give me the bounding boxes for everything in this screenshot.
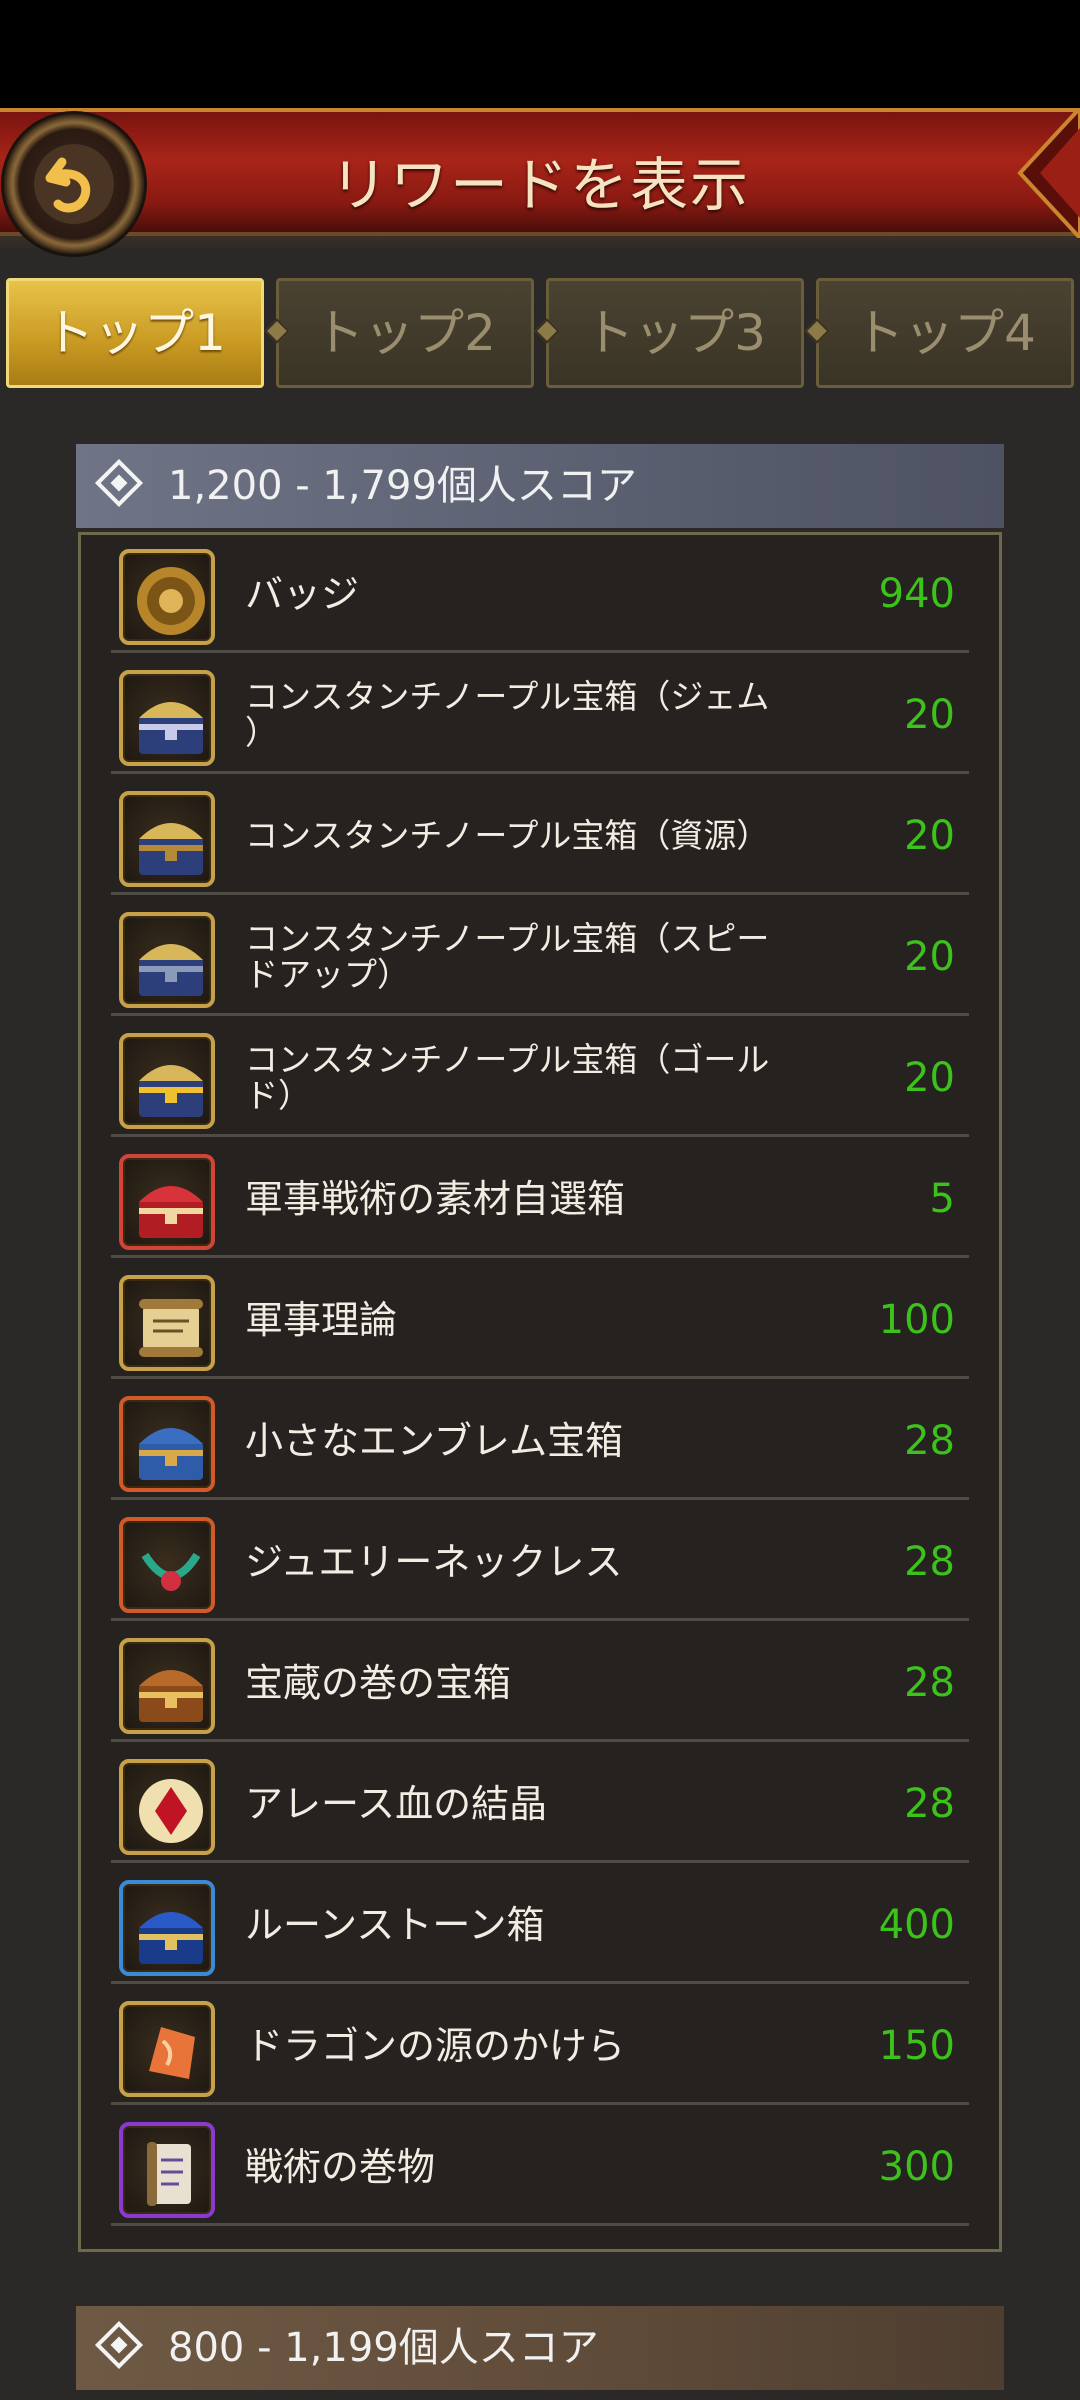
reward-name: ジュエリーネックレス	[245, 1540, 623, 1584]
reward-name: 軍事理論	[245, 1298, 398, 1342]
reward-row: ジュエリーネックレス 28	[111, 1503, 969, 1621]
gem-chest-icon[interactable]	[119, 670, 215, 766]
diamond-icon	[94, 458, 144, 508]
reward-name: コンスタンチノープル宝箱（ジェム ）	[245, 677, 770, 752]
reward-quantity: 5	[929, 1176, 955, 1222]
reward-row: 宝蔵の巻の宝箱 28	[111, 1624, 969, 1742]
reward-quantity: 20	[904, 934, 955, 980]
necklace-icon[interactable]	[119, 1517, 215, 1613]
reward-name: アレース血の結晶	[245, 1782, 548, 1826]
reward-name: 戦術の巻物	[245, 2145, 436, 2189]
reward-list: バッジ 940 コンスタンチノープル宝箱（ジェム ） 20 コンスタンチノープル宝箱…	[78, 532, 1002, 2252]
reward-quantity: 100	[878, 1297, 955, 1343]
reward-name: ドラゴンの源のかけら	[245, 2024, 626, 2068]
rank-tabs: トップ1 トップ2 トップ3 トップ4	[0, 278, 1080, 392]
diamond-icon	[94, 2320, 144, 2370]
reward-quantity: 20	[904, 692, 955, 738]
reward-name: 小さなエンブレム宝箱	[245, 1419, 624, 1463]
reward-row: 軍事戦術の素材自選箱 5	[111, 1140, 969, 1258]
tab-top4[interactable]: トップ4	[816, 278, 1074, 388]
reward-name: ルーンストーン箱	[245, 1903, 545, 1947]
reward-quantity: 28	[904, 1660, 955, 1706]
section-header-1200-1799[interactable]: 1,200 - 1,799個人スコア	[76, 444, 1004, 528]
red-chest-icon[interactable]	[119, 1154, 215, 1250]
reward-row: コンスタンチノープル宝箱（ジェム ） 20	[111, 656, 969, 774]
back-arrow-icon	[34, 144, 114, 224]
tab-top1[interactable]: トップ1	[6, 278, 264, 388]
section-label: 800 - 1,199個人スコア	[168, 2325, 599, 2371]
reward-quantity: 940	[878, 571, 955, 617]
runestone-box-icon[interactable]	[119, 1880, 215, 1976]
reward-name: コンスタンチノープル宝箱（スピー ドアップ）	[245, 919, 770, 994]
back-button[interactable]	[4, 114, 144, 254]
reward-row: コンスタンチノープル宝箱（スピー ドアップ） 20	[111, 898, 969, 1016]
reward-quantity: 300	[878, 2144, 955, 2190]
reward-row: バッジ 940	[111, 535, 969, 653]
reward-row: コンスタンチノープル宝箱（資源） 20	[111, 777, 969, 895]
tab-top3[interactable]: トップ3	[546, 278, 804, 388]
section-label: 1,200 - 1,799個人スコア	[168, 463, 637, 509]
reward-row: ドラゴンの源のかけら 150	[111, 1987, 969, 2105]
reward-quantity: 400	[878, 1902, 955, 1948]
blood-crystal-icon[interactable]	[119, 1759, 215, 1855]
reward-name: 宝蔵の巻の宝箱	[245, 1661, 512, 1705]
resource-chest-icon[interactable]	[119, 791, 215, 887]
gold-chest-icon[interactable]	[119, 1033, 215, 1129]
reward-name: 軍事戦術の素材自選箱	[245, 1177, 626, 1221]
reward-row: アレース血の結晶 28	[111, 1745, 969, 1863]
reward-name: バッジ	[245, 572, 360, 616]
emblem-chest-icon[interactable]	[119, 1396, 215, 1492]
reward-row: 軍事理論 100	[111, 1261, 969, 1379]
speedup-chest-icon[interactable]	[119, 912, 215, 1008]
scroll-icon[interactable]	[119, 1275, 215, 1371]
status-bar	[0, 0, 1080, 108]
reward-name: コンスタンチノープル宝箱（資源）	[245, 816, 770, 855]
header-bar: リワードを表示	[0, 108, 1080, 250]
reward-quantity: 150	[878, 2023, 955, 2069]
header-ornament-icon	[1017, 108, 1080, 238]
treasure-chest-icon[interactable]	[119, 1638, 215, 1734]
tab-top2[interactable]: トップ2	[276, 278, 534, 388]
badge-icon[interactable]	[119, 549, 215, 645]
reward-quantity: 20	[904, 813, 955, 859]
reward-quantity: 28	[904, 1539, 955, 1585]
tactics-scroll-icon[interactable]	[119, 2122, 215, 2218]
reward-row: ルーンストーン箱 400	[111, 1866, 969, 1984]
reward-quantity: 28	[904, 1781, 955, 1827]
reward-row: 戦術の巻物 300	[111, 2108, 969, 2226]
reward-quantity: 20	[904, 1055, 955, 1101]
reward-quantity: 28	[904, 1418, 955, 1464]
reward-row: コンスタンチノープル宝箱（ゴール ド） 20	[111, 1019, 969, 1137]
dragon-shard-icon[interactable]	[119, 2001, 215, 2097]
section-header-800-1199[interactable]: 800 - 1,199個人スコア	[76, 2306, 1004, 2390]
reward-row: 小さなエンブレム宝箱 28	[111, 1382, 969, 1500]
page-title: リワードを表示	[329, 151, 750, 219]
reward-name: コンスタンチノープル宝箱（ゴール ド）	[245, 1040, 770, 1115]
